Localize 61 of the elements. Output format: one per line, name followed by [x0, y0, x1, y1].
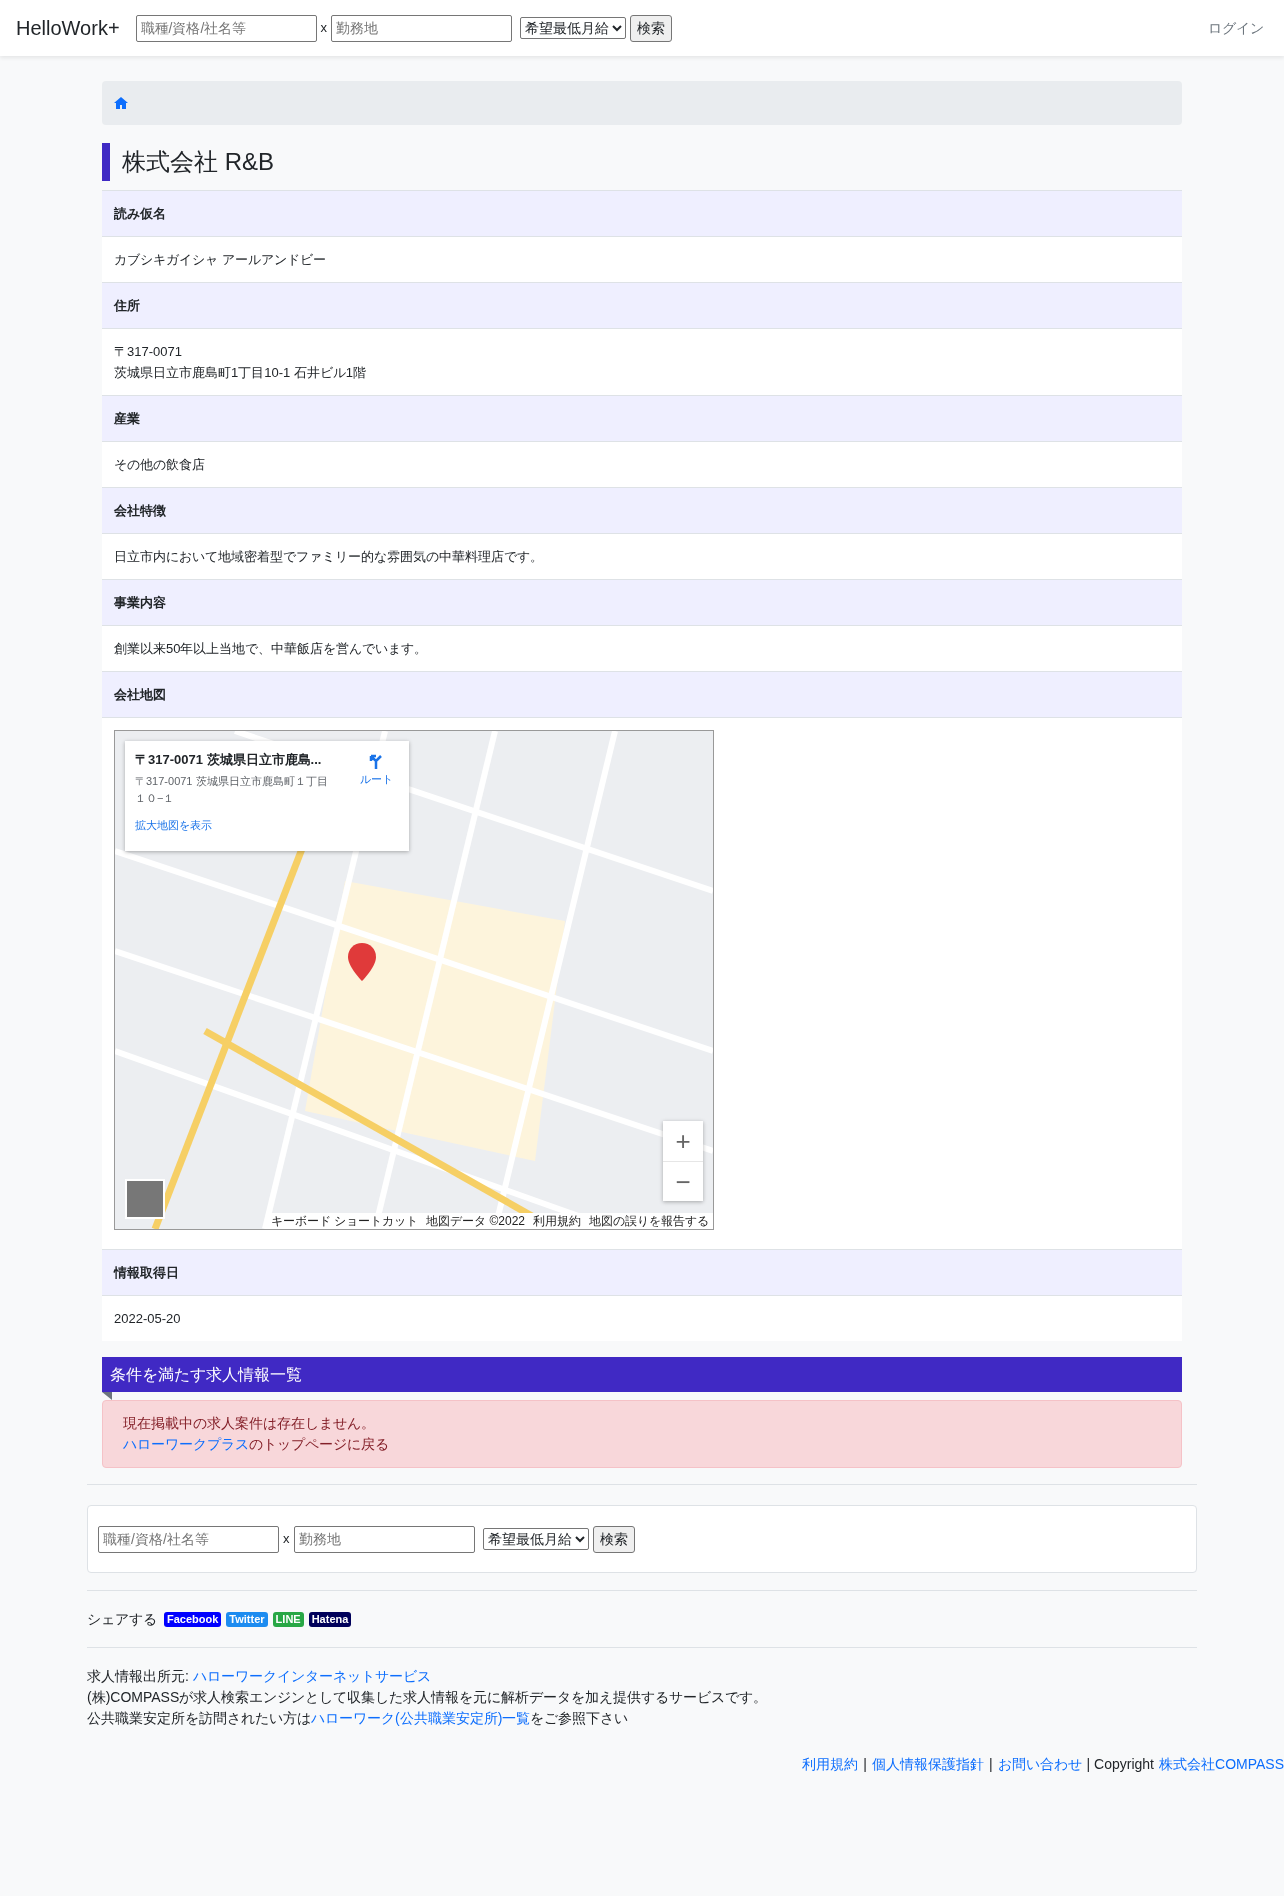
share-button[interactable]: Facebook: [164, 1611, 222, 1627]
larger-map-link[interactable]: 拡大地図を表示: [135, 817, 399, 834]
section-heading: 条件を満たす求人情報一覧: [102, 1357, 1182, 1392]
site-brand[interactable]: HelloWork+: [16, 13, 120, 43]
source-link[interactable]: ハローワークインターネットサービス: [192, 1668, 431, 1684]
zoom-out-button[interactable]: −: [663, 1161, 703, 1201]
footer-link[interactable]: 利用規約: [802, 1754, 859, 1775]
satellite-thumbnail[interactable]: [125, 1179, 165, 1219]
alert-text: ハローワークプラスのトップページに戻る: [123, 1435, 390, 1454]
field-value: 茨城県日立市鹿島町1丁目10-1 石井ビル1階: [114, 364, 368, 382]
field-value: 日立市内において地域密着型でファミリー的な雰囲気の中華料理店です。: [114, 548, 544, 566]
home-link[interactable]: ハローワークプラス: [123, 1436, 249, 1452]
field-value: 2022-05-20: [114, 1310, 182, 1328]
field-label: 事業内容: [102, 579, 1182, 625]
footer-text: |: [863, 1755, 867, 1774]
field-label: 住所: [102, 282, 1182, 328]
location-field[interactable]: 勤務地: [293, 1525, 475, 1553]
field-value: カブシキガイシャ アールアンドビー: [114, 251, 327, 269]
field-value: 〒317-0071: [114, 343, 183, 361]
field-label: 情報取得日: [102, 1249, 1182, 1295]
field-label: 読み仮名: [102, 190, 1182, 236]
share-button[interactable]: Twitter: [226, 1611, 268, 1627]
home-icon[interactable]: [114, 97, 128, 109]
map-attribution[interactable]: 利用規約: [533, 1213, 581, 1229]
field-label: 産業: [102, 395, 1182, 441]
search-button[interactable]: 検索: [592, 1525, 635, 1553]
source-link[interactable]: ハローワーク(公共職業安定所)一覧: [311, 1710, 531, 1726]
search-button[interactable]: 検索: [630, 14, 673, 42]
place-title: 〒317-0071 茨城県日立市鹿島...: [135, 751, 323, 769]
keyword-field[interactable]: 職種/資格/社名等: [135, 14, 317, 42]
map-attribution[interactable]: 地図データ ©2022: [426, 1213, 525, 1229]
place-address: 〒317-0071 茨城県日立市鹿島町１丁目１０−１: [135, 774, 329, 806]
zoom-in-button[interactable]: +: [663, 1121, 703, 1161]
share-label: シェアする: [87, 1609, 157, 1629]
footer-text: | Copyright: [1086, 1755, 1154, 1774]
map-attribution[interactable]: キーボード ショートカット: [270, 1213, 419, 1229]
alert-message: 現在掲載中の求人案件は存在しません。: [123, 1414, 376, 1433]
source-note: 公共職業安定所を訪問されたい方はハローワーク(公共職業安定所)一覧をご参照下さい: [87, 1709, 630, 1728]
login-link[interactable]: ログイン: [1208, 17, 1264, 39]
footer-link[interactable]: 株式会社COMPASS: [1159, 1754, 1284, 1775]
footer-text: |: [988, 1755, 993, 1774]
share-button[interactable]: Hatena: [308, 1611, 352, 1627]
field-label: 会社特徴: [102, 487, 1182, 533]
source-note: (株)COMPASSが求人検索エンジンとして収集した求人情報を元に解析データを加え提供するサービスです。: [87, 1688, 769, 1707]
salary-dropdown[interactable]: 希望最低月給: [520, 17, 627, 39]
route-link[interactable]: ルート: [353, 751, 399, 807]
field-value: その他の飲食店: [114, 456, 206, 474]
separator-text: x: [320, 19, 328, 38]
location-field[interactable]: 勤務地: [331, 14, 513, 42]
map-attribution[interactable]: 地図の誤りを報告する: [589, 1213, 709, 1229]
share-button[interactable]: LINE: [272, 1611, 304, 1627]
salary-dropdown[interactable]: 希望最低月給: [482, 1528, 589, 1550]
footer-link[interactable]: 個人情報保護指針: [871, 1754, 984, 1775]
field-value: 創業以来50年以上当地で、中華飯店を営んでいます。: [114, 640, 429, 658]
footer-link[interactable]: お問い合わせ: [997, 1754, 1082, 1775]
source-note: 求人情報出所元: ハローワークインターネットサービス: [87, 1667, 432, 1686]
keyword-field[interactable]: 職種/資格/社名等: [98, 1525, 279, 1553]
ribbon-corner: [102, 1392, 112, 1400]
field-label: 会社地図: [102, 671, 1182, 717]
company-name: 株式会社 R&B: [102, 143, 1182, 181]
separator-text: x: [283, 1530, 290, 1549]
